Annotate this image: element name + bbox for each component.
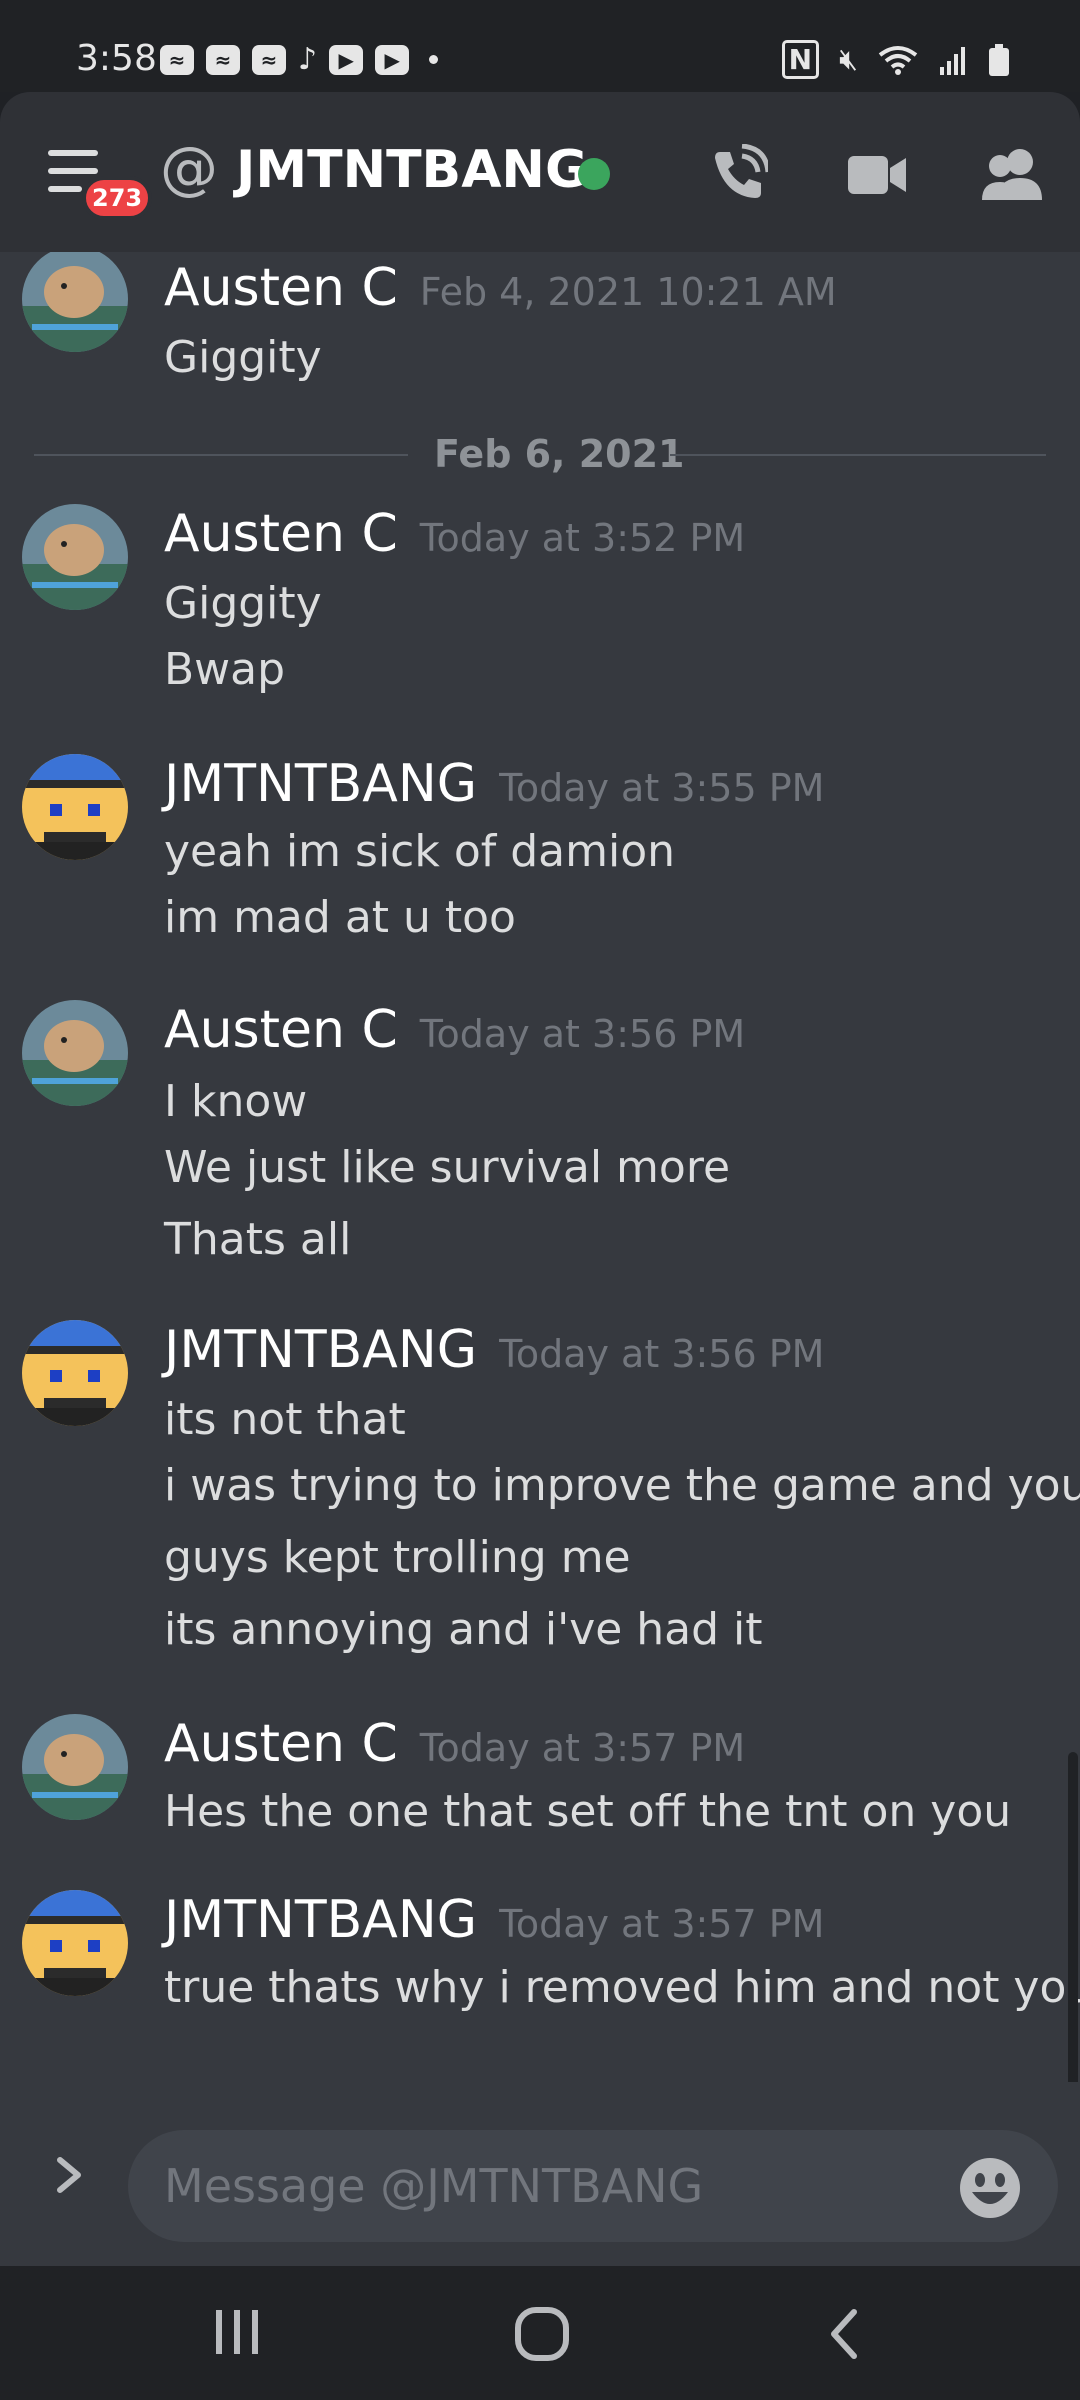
phone-call-icon [715,143,771,198]
message-text: its not that [164,1394,406,1445]
message-author[interactable]: JMTNTBANG [164,754,477,814]
recent-apps-button[interactable] [212,2306,262,2362]
at-icon: @ [160,134,218,202]
message-author[interactable]: Austen C [164,1000,398,1060]
message-timestamp: Today at 3:56 PM [419,1012,746,1056]
video-call-button[interactable] [846,152,908,202]
message-list[interactable]: Austen C Feb 4, 2021 10:21 AM Giggity Fe… [0,252,1080,2082]
pixel-face-avatar[interactable] [22,1890,128,1996]
android-nav-bar [0,2266,1080,2400]
message-text: Hes the one that set off the tnt on you [164,1786,1012,1837]
message-text: I know [164,1076,308,1127]
message-text: guys kept trolling me [164,1532,631,1583]
battery-icon [989,43,1009,76]
message-author[interactable]: JMTNTBANG [164,1890,477,1950]
message-text: Giggity [164,332,322,383]
recent-apps-icon [216,2310,258,2354]
members-icon [982,149,1042,200]
message-text: its annoying and i've had it [164,1604,763,1655]
message-text: Giggity [164,578,322,629]
online-status-indicator [578,158,610,190]
chevron-right-icon [57,2157,81,2193]
home-button[interactable] [514,2306,570,2366]
tiktok-icon: ♪ [298,42,318,77]
message-timestamp: Today at 3:52 PM [419,516,746,560]
more-notifications-dot [429,55,439,64]
message-text: i was trying to improve the game and you [164,1460,1080,1511]
dm-header: 273 @ JMTNTBANG [0,92,1080,252]
messenger-icon: ≈ [160,44,194,75]
composer [0,2082,1080,2266]
members-button[interactable] [980,146,1044,206]
back-icon [831,2309,857,2359]
emoji-button[interactable] [958,2156,1022,2224]
message-text: im mad at u too [164,892,516,943]
emoji-icon [960,2158,1020,2218]
message-timestamp: Feb 4, 2021 10:21 AM [419,270,837,314]
messenger-icon: ≈ [206,44,240,75]
message-text: Thats all [164,1214,352,1265]
message-author[interactable]: Austen C [164,258,398,318]
message-author[interactable]: Austen C [164,504,398,564]
wifi-icon [878,45,918,75]
hamster-avatar[interactable] [22,252,128,352]
message-input[interactable] [128,2130,1058,2242]
signal-icon [940,46,965,75]
video-camera-icon [848,156,906,194]
message-timestamp: Today at 3:57 PM [499,1902,825,1946]
message-text: Bwap [164,644,286,695]
scrollbar[interactable] [1068,1752,1078,2082]
message-author[interactable]: JMTNTBANG [164,1320,477,1380]
messenger-icon: ≈ [252,44,286,75]
hamster-avatar[interactable] [22,1000,128,1106]
hamster-avatar[interactable] [22,1714,128,1820]
expand-actions-button[interactable] [52,2154,88,2200]
pixel-face-avatar[interactable] [22,754,128,860]
voice-call-button[interactable] [708,143,771,208]
youtube-icon: ▶ [375,44,410,75]
message-text: yeah im sick of damion [164,826,676,877]
nfc-icon: N [781,40,820,79]
menu-icon [48,150,98,156]
message-author[interactable]: Austen C [164,1714,398,1774]
hamster-avatar[interactable] [22,504,128,610]
date-divider: Feb 6, 2021 [34,432,1046,476]
unread-badge: 273 [82,176,153,220]
system-icons: N 🔇︎ [781,40,1010,79]
youtube-icon: ▶ [329,44,364,75]
mute-icon: 🔇︎ [839,42,858,77]
message-text: true thats why i removed him and not you [164,1962,1080,2013]
dm-title[interactable]: JMTNTBANG [236,140,588,200]
message-timestamp: Today at 3:56 PM [499,1332,825,1376]
back-button[interactable] [826,2306,862,2366]
message-timestamp: Today at 3:55 PM [499,766,825,810]
status-bar: 3:58 ≈ ≈ ≈ ♪ ▶ ▶ N 🔇︎ [0,0,1080,92]
message-text: We just like survival more [164,1142,731,1193]
pixel-face-avatar[interactable] [22,1320,128,1426]
notification-icons: ≈ ≈ ≈ ♪ ▶ ▶ [160,42,439,77]
message-timestamp: Today at 3:57 PM [419,1726,746,1770]
home-icon [515,2307,569,2361]
status-time: 3:58 [76,38,157,79]
date-divider-label: Feb 6, 2021 [434,432,685,476]
